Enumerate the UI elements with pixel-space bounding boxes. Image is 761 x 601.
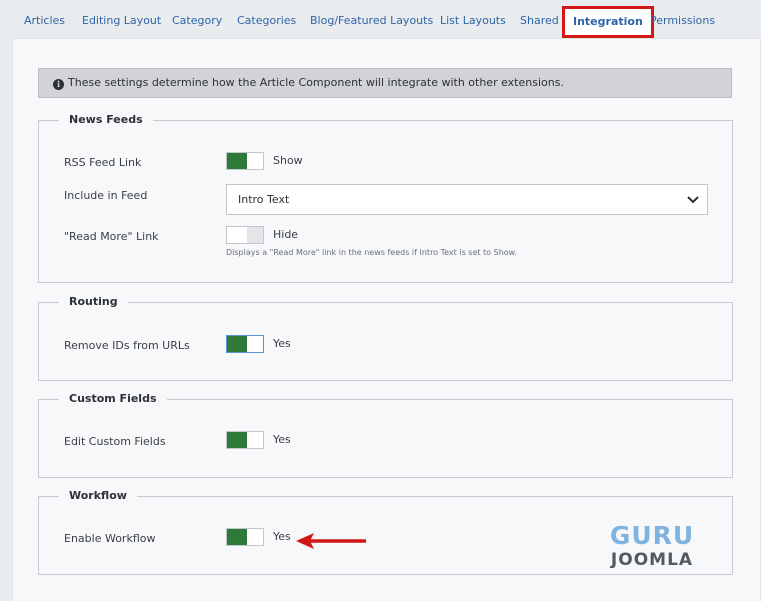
alert-text: These settings determine how the Article… [68, 76, 564, 89]
remove-ids-state: Yes [273, 337, 291, 350]
legend-custom-fields: Custom Fields [59, 391, 167, 407]
tab-integration[interactable]: Integration [562, 6, 654, 38]
logo-line1: GURU [610, 521, 694, 550]
tab-shared[interactable]: Shared [520, 8, 559, 34]
tab-blog-featured-layouts[interactable]: Blog/Featured Layouts [310, 8, 433, 34]
read-more-link-toggle[interactable] [226, 226, 264, 244]
info-alert: i These settings determine how the Articl… [38, 68, 732, 98]
legend-workflow: Workflow [59, 488, 137, 504]
tab-bar: Articles Editing Layout Category Categor… [0, 0, 761, 38]
remove-ids-toggle[interactable] [226, 335, 264, 353]
rss-feed-link-state: Show [273, 154, 303, 167]
include-in-feed-select[interactable]: Intro Text [226, 184, 708, 215]
edit-custom-fields-state: Yes [273, 433, 291, 446]
arrow-left-icon [296, 533, 366, 549]
tab-list-layouts[interactable]: List Layouts [440, 8, 506, 34]
include-in-feed-label: Include in Feed [64, 189, 148, 202]
chevron-down-icon [679, 185, 707, 214]
rss-feed-link-toggle[interactable] [226, 152, 264, 170]
read-more-link-state: Hide [273, 228, 299, 241]
read-more-link-label: "Read More" Link [64, 230, 159, 243]
enable-workflow-state: Yes [273, 530, 291, 543]
edit-custom-fields-label: Edit Custom Fields [64, 435, 166, 448]
logo-line2: JOOMLA [610, 550, 693, 568]
info-icon: i [53, 79, 64, 90]
tab-category[interactable]: Category [172, 8, 222, 34]
tab-editing-layout[interactable]: Editing Layout [82, 8, 161, 34]
enable-workflow-label: Enable Workflow [64, 532, 156, 545]
read-more-link-help: Displays a "Read More" link in the news … [226, 248, 518, 257]
legend-routing: Routing [59, 294, 128, 310]
remove-ids-label: Remove IDs from URLs [64, 339, 190, 352]
legend-news-feeds: News Feeds [59, 112, 153, 128]
tab-articles[interactable]: Articles [24, 8, 65, 34]
include-in-feed-value: Intro Text [238, 193, 290, 206]
tab-categories[interactable]: Categories [237, 8, 296, 34]
tab-permissions[interactable]: Permissions [650, 8, 715, 34]
edit-custom-fields-toggle[interactable] [226, 431, 264, 449]
enable-workflow-toggle[interactable] [226, 528, 264, 546]
rss-feed-link-label: RSS Feed Link [64, 156, 142, 169]
guru-joomla-logo: GURU JOOMLA [610, 521, 694, 568]
